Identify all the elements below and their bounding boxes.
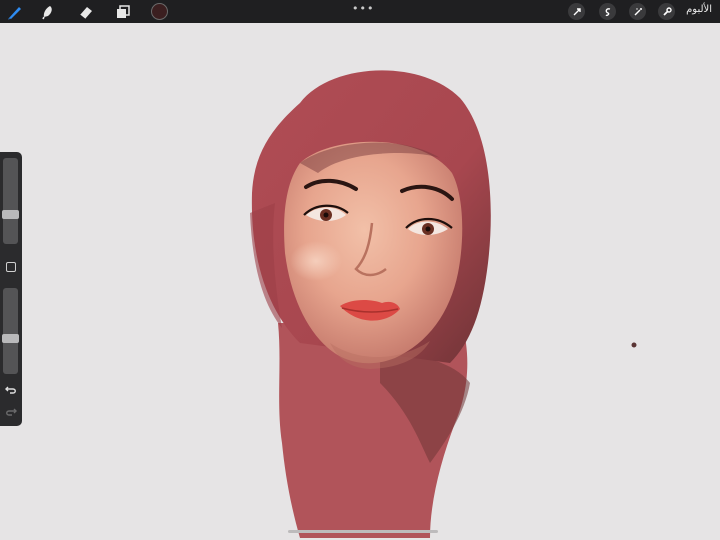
more-options-icon[interactable]: ••• [352,2,374,15]
layers-icon[interactable] [114,3,132,21]
transform-icon[interactable] [568,3,585,20]
stray-dot [631,342,637,348]
gallery-button[interactable]: الألبوم [686,4,712,15]
top-toolbar: ••• الألبوم [0,0,720,23]
opacity-thumb[interactable] [2,334,19,344]
wrench-icon[interactable] [658,3,675,20]
undo-icon[interactable] [4,382,18,396]
eraser-icon[interactable] [77,3,95,21]
drawing-canvas[interactable] [0,23,720,540]
brush-size-thumb[interactable] [2,209,19,219]
brush-sidebar [0,152,22,426]
smudge-icon[interactable] [39,3,57,21]
redo-icon[interactable] [4,404,18,418]
magic-wand-icon[interactable] [629,3,646,20]
brush-size-slider[interactable] [3,158,18,244]
color-picker-button[interactable] [151,3,168,20]
brush-icon[interactable] [6,3,24,21]
selection-icon[interactable] [599,3,616,20]
opacity-slider[interactable] [3,288,18,374]
home-indicator [288,530,438,533]
modify-button[interactable] [6,262,16,272]
